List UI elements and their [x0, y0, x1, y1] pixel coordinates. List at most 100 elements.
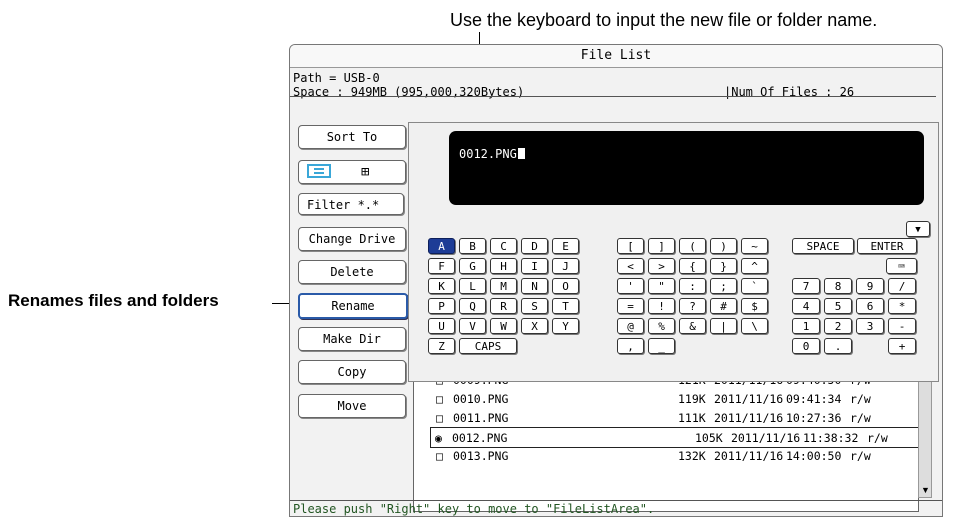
- key-num-7[interactable]: *: [888, 298, 916, 314]
- key-num-1[interactable]: 8: [824, 278, 852, 294]
- key-symbol-5[interactable]: <: [617, 258, 644, 274]
- key-symbol-18[interactable]: #: [710, 298, 737, 314]
- status-message: Please push "Right" key to move to "File…: [290, 500, 942, 516]
- key-symbol-14[interactable]: `: [741, 278, 768, 294]
- key-symbol-6[interactable]: >: [648, 258, 675, 274]
- key-enter[interactable]: ENTER: [857, 238, 917, 254]
- change-drive-button[interactable]: Change Drive: [298, 227, 406, 251]
- key-num-0[interactable]: 7: [792, 278, 820, 294]
- key-symbol-2[interactable]: (: [679, 238, 706, 254]
- scroll-down-icon[interactable]: ▼: [921, 485, 930, 495]
- key-y[interactable]: Y: [552, 318, 579, 334]
- key-o[interactable]: O: [552, 278, 579, 294]
- key-num-9[interactable]: 2: [824, 318, 852, 334]
- key-symbol-10[interactable]: ': [617, 278, 644, 294]
- file-date: 2011/11/16: [731, 431, 801, 445]
- key-symbol-16[interactable]: !: [648, 298, 675, 314]
- key-symbol-19[interactable]: $: [741, 298, 768, 314]
- key-k[interactable]: K: [428, 278, 455, 294]
- key-num-3[interactable]: /: [888, 278, 916, 294]
- key-space[interactable]: SPACE: [792, 238, 854, 254]
- file-icon: □: [436, 449, 443, 463]
- file-row[interactable]: □ 0013.PNG 132K 2011/11/16 14:00:50 r/w: [414, 446, 918, 465]
- key-num-6[interactable]: 6: [856, 298, 884, 314]
- key-symbol-3[interactable]: ): [710, 238, 737, 254]
- file-list[interactable]: □0009.PNG121K2011/11/1609:40:50r/w□0010.…: [413, 375, 919, 512]
- key-comma[interactable]: ,: [617, 338, 644, 354]
- key-h[interactable]: H: [490, 258, 517, 274]
- key-z[interactable]: Z: [428, 338, 455, 354]
- file-row[interactable]: □ 0010.PNG 119K 2011/11/16 09:41:34 r/w: [414, 389, 918, 408]
- key-p[interactable]: P: [428, 298, 455, 314]
- key-symbol-13[interactable]: ;: [710, 278, 737, 294]
- file-row[interactable]: ◉ 0012.PNG 105K 2011/11/16 11:38:32 r/w: [430, 427, 918, 448]
- view-toggle[interactable]: ⊞: [298, 160, 406, 184]
- key-l[interactable]: L: [459, 278, 486, 294]
- key-s[interactable]: S: [521, 298, 548, 314]
- key-v[interactable]: V: [459, 318, 486, 334]
- key-symbol-4[interactable]: ~: [741, 238, 768, 254]
- key-x[interactable]: X: [521, 318, 548, 334]
- rename-button[interactable]: Rename: [298, 293, 408, 319]
- sort-to-button[interactable]: Sort To: [298, 125, 406, 149]
- key-t[interactable]: T: [552, 298, 579, 314]
- key-i[interactable]: I: [521, 258, 548, 274]
- copy-button[interactable]: Copy: [298, 360, 406, 384]
- key-symbol-7[interactable]: {: [679, 258, 706, 274]
- name-input-field[interactable]: 0012.PNG: [449, 131, 924, 205]
- key-symbol-23[interactable]: |: [710, 318, 737, 334]
- key-num-10[interactable]: 3: [856, 318, 884, 334]
- key-symbol-1[interactable]: ]: [648, 238, 675, 254]
- key-caps[interactable]: CAPS: [459, 338, 517, 354]
- key-plus[interactable]: +: [888, 338, 916, 354]
- key-num-2[interactable]: 9: [856, 278, 884, 294]
- key-num-5[interactable]: 5: [824, 298, 852, 314]
- file-date: 2011/11/16: [714, 411, 784, 425]
- file-time: 14:00:50: [786, 449, 842, 463]
- key-dot[interactable]: .: [824, 338, 852, 354]
- key-c[interactable]: C: [490, 238, 517, 254]
- file-row[interactable]: □ 0011.PNG 111K 2011/11/16 10:27:36 r/w: [414, 408, 918, 427]
- key-f[interactable]: F: [428, 258, 455, 274]
- key-u[interactable]: U: [428, 318, 455, 334]
- key-underscore[interactable]: _: [648, 338, 675, 354]
- key-symbol-9[interactable]: ^: [741, 258, 768, 274]
- move-button[interactable]: Move: [298, 394, 406, 418]
- key-m[interactable]: M: [490, 278, 517, 294]
- key-symbol-11[interactable]: ": [648, 278, 675, 294]
- filter-button[interactable]: Filter *.*: [298, 193, 404, 215]
- key-e[interactable]: E: [552, 238, 579, 254]
- key-g[interactable]: G: [459, 258, 486, 274]
- key-symbol-17[interactable]: ?: [679, 298, 706, 314]
- keyboard-language-icon[interactable]: ⌨: [886, 258, 917, 274]
- key-a[interactable]: A: [428, 238, 455, 254]
- file-attr: r/w: [867, 431, 888, 445]
- make-dir-button[interactable]: Make Dir: [298, 327, 406, 351]
- key-w[interactable]: W: [490, 318, 517, 334]
- key-num-8[interactable]: 1: [792, 318, 820, 334]
- keyboard-collapse-button[interactable]: ▼: [906, 221, 930, 237]
- grid-view-icon[interactable]: ⊞: [361, 161, 369, 183]
- annotation-keyboard-input: Use the keyboard to input the new file o…: [450, 10, 878, 30]
- key-num-11[interactable]: -: [888, 318, 916, 334]
- key-symbol-24[interactable]: \: [741, 318, 768, 334]
- file-icon: □: [436, 392, 443, 406]
- key-symbol-12[interactable]: :: [679, 278, 706, 294]
- key-q[interactable]: Q: [459, 298, 486, 314]
- key-n[interactable]: N: [521, 278, 548, 294]
- list-view-icon[interactable]: [307, 164, 331, 178]
- delete-button[interactable]: Delete: [298, 260, 406, 284]
- file-list-window: File List Path = USB-0 Space : 949MB (99…: [289, 44, 943, 517]
- key-symbol-20[interactable]: @: [617, 318, 644, 334]
- key-b[interactable]: B: [459, 238, 486, 254]
- key-j[interactable]: J: [552, 258, 579, 274]
- key-symbol-15[interactable]: =: [617, 298, 644, 314]
- key-symbol-22[interactable]: &: [679, 318, 706, 334]
- key-num-4[interactable]: 4: [792, 298, 820, 314]
- key-r[interactable]: R: [490, 298, 517, 314]
- key-d[interactable]: D: [521, 238, 548, 254]
- key-num-0[interactable]: 0: [792, 338, 820, 354]
- key-symbol-21[interactable]: %: [648, 318, 675, 334]
- key-symbol-8[interactable]: }: [710, 258, 737, 274]
- key-symbol-0[interactable]: [: [617, 238, 644, 254]
